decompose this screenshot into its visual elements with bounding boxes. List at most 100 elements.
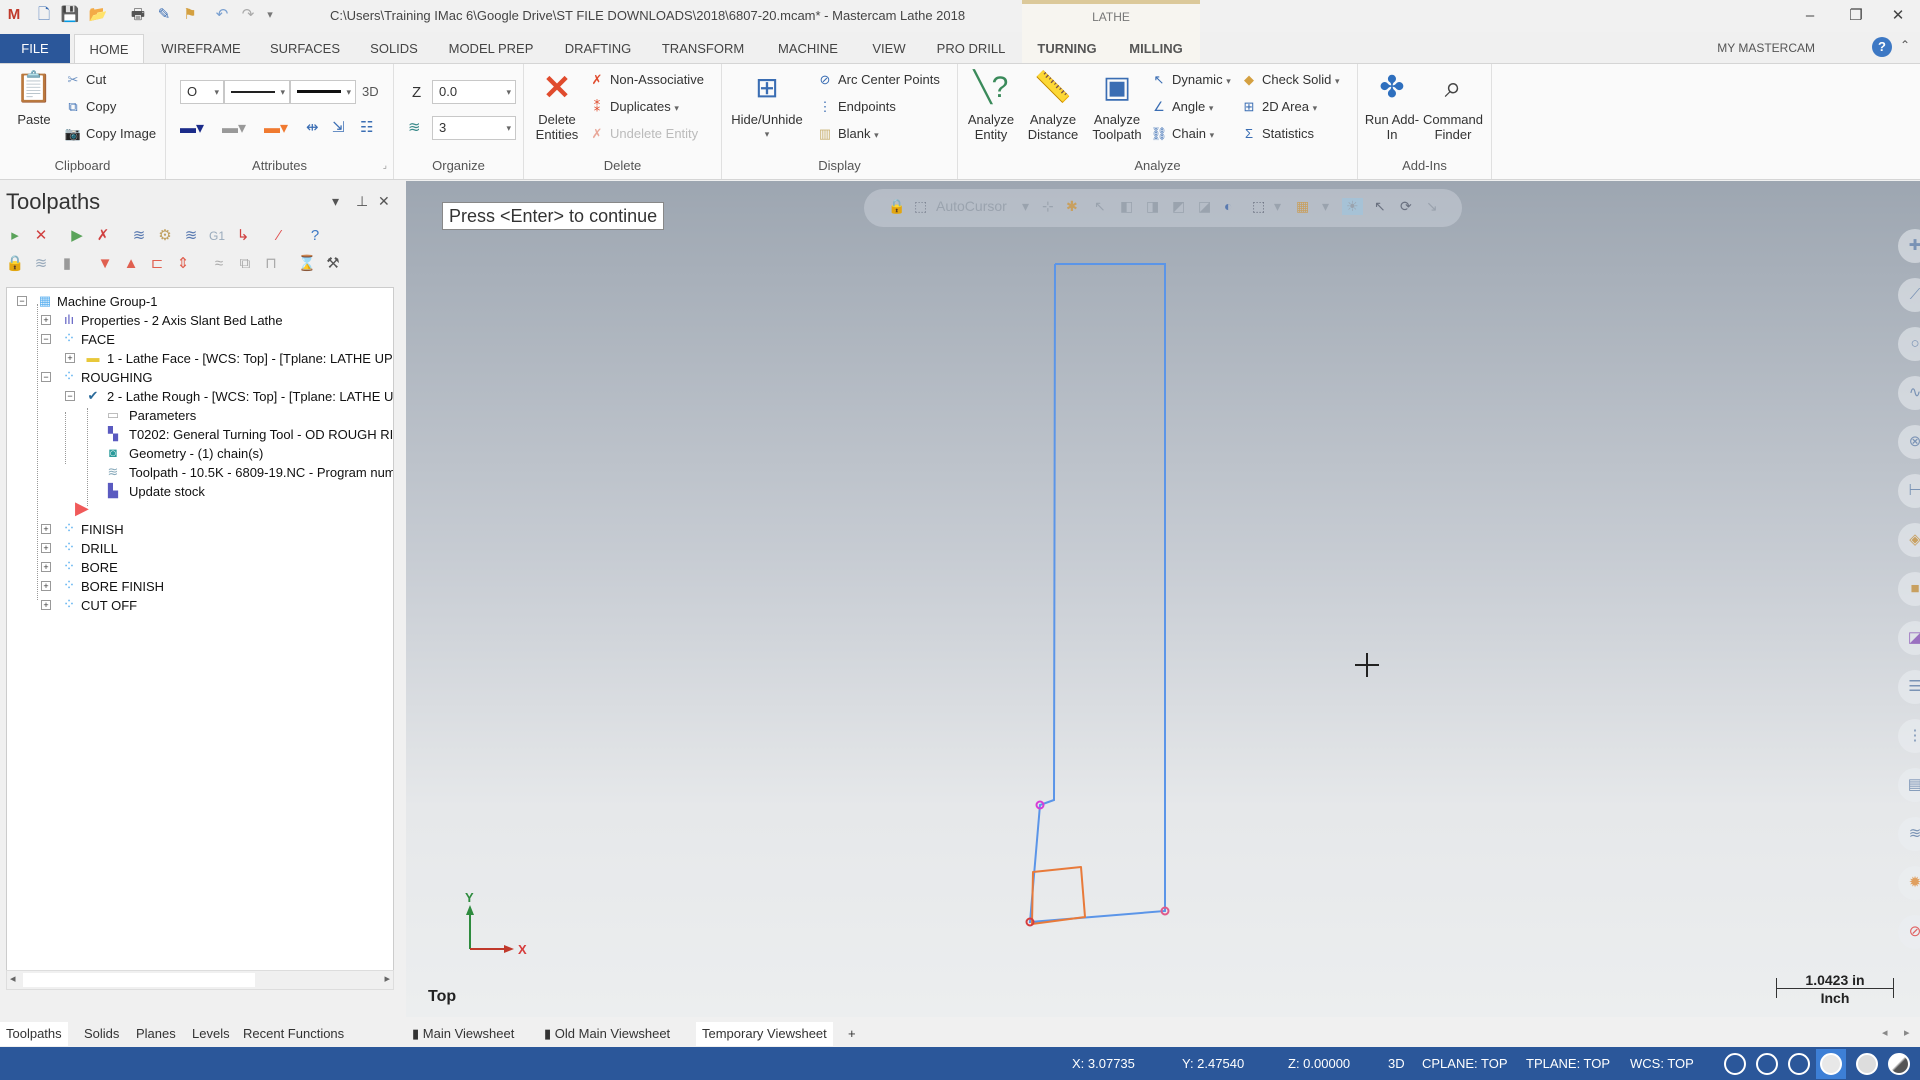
tab-recent-functions[interactable]: Recent Functions xyxy=(243,1022,344,1046)
scroll-right-icon[interactable]: ▸ xyxy=(384,972,390,985)
verify-icon[interactable]: ⚙ xyxy=(154,225,176,247)
shaded-edges-icon[interactable] xyxy=(1856,1053,1878,1075)
3d-toggle[interactable]: 3D xyxy=(362,84,379,99)
hide-unhide-button[interactable]: ⊞ Hide/Unhide ▾ xyxy=(726,68,808,142)
redo-icon[interactable]: ↷ xyxy=(238,5,258,25)
toggle-toolpath-display-icon[interactable]: ≋ xyxy=(30,253,52,275)
change-attributes-icon[interactable]: ⇲ xyxy=(332,118,345,136)
customize-icon[interactable]: ▾ xyxy=(260,5,280,25)
non-associative-button[interactable]: ✗ Non-Associative xyxy=(588,72,704,88)
panel-close-icon[interactable]: ✕ xyxy=(378,193,390,210)
select-all-operations-icon[interactable]: ▸ xyxy=(4,225,26,247)
hidden-line-icon[interactable] xyxy=(1756,1053,1778,1075)
post-toggle-icon[interactable]: ▮ xyxy=(56,253,78,275)
insert-arrow-icon[interactable]: ▶ xyxy=(75,498,89,519)
add-viewsheet-button[interactable]: + xyxy=(848,1022,856,1046)
copy-image-button[interactable]: 📷 Copy Image xyxy=(64,126,156,142)
tab-home[interactable]: HOME xyxy=(74,34,144,63)
endpoints-button[interactable]: ⋮ Endpoints xyxy=(816,99,896,115)
translucency-icon[interactable] xyxy=(1888,1053,1910,1075)
flag-icon[interactable]: ⚑ xyxy=(180,5,200,25)
my-mastercam-link[interactable]: MY MASTERCAM xyxy=(1717,41,1815,55)
color-icon[interactable]: ▬▾ xyxy=(180,118,204,138)
tab-file[interactable]: FILE xyxy=(0,34,70,63)
point-style-select[interactable]: O ▾ xyxy=(180,80,224,104)
solid-color-icon[interactable]: ▬▾ xyxy=(264,118,288,138)
select-toolpath-icon[interactable]: ≈ xyxy=(208,253,230,275)
group-icon[interactable]: ⧉ xyxy=(234,253,256,275)
wcs-selector[interactable]: WCS: TOP xyxy=(1630,1056,1694,1071)
copy-button[interactable]: ⧉ Copy xyxy=(64,99,116,115)
stock-icon[interactable]: ⌛ xyxy=(296,253,318,275)
tool-offset-icon[interactable]: ⊓ xyxy=(260,253,282,275)
deselect-all-icon[interactable]: ✕ xyxy=(30,225,52,247)
tplane-selector[interactable]: TPLANE: TOP xyxy=(1526,1056,1610,1071)
undelete-entity-button[interactable]: ✗ Undelete Entity xyxy=(588,126,699,142)
backplot-icon[interactable]: ≋ xyxy=(128,225,150,247)
help-icon[interactable]: ? xyxy=(1872,37,1892,57)
blank-button[interactable]: ▥ Blank ▾ xyxy=(816,126,879,142)
viewsheet-temporary[interactable]: Temporary Viewsheet xyxy=(696,1022,833,1046)
save-icon[interactable]: 💾 xyxy=(60,5,80,25)
new-file-icon[interactable]: 🗋 xyxy=(34,5,54,25)
tab-view[interactable]: VIEW xyxy=(868,34,910,63)
z-depth-input[interactable]: 0.0 ▾ xyxy=(432,80,516,104)
post-icon[interactable]: G1 xyxy=(206,225,228,247)
tab-solids[interactable]: Solids xyxy=(84,1022,119,1046)
attributes-settings-icon[interactable]: ☷ xyxy=(360,118,373,136)
tab-pro-drill[interactable]: PRO DRILL xyxy=(934,34,1008,63)
run-addin-button[interactable]: ✤ Run Add-In xyxy=(1364,68,1420,142)
help-icon[interactable]: ? xyxy=(304,225,326,247)
delete-entities-button[interactable]: ✕ Delete Entities xyxy=(532,68,582,142)
undo-icon[interactable]: ↶ xyxy=(212,5,232,25)
toggle-display-icon[interactable]: ⁄ xyxy=(268,225,290,247)
wireframe-display-icon[interactable] xyxy=(1724,1053,1746,1075)
chain-button[interactable]: ⛓ Chain ▾ xyxy=(1150,126,1214,142)
duplicates-button[interactable]: ⁑ Duplicates ▾ xyxy=(588,99,679,115)
shaded-wireframe-icon[interactable] xyxy=(1788,1053,1810,1075)
scroll-left-icon[interactable]: ◂ xyxy=(10,972,16,985)
tab-machine[interactable]: MACHINE xyxy=(772,34,844,63)
arc-center-points-button[interactable]: ⊘ Arc Center Points xyxy=(816,72,940,88)
save-as-icon[interactable]: ✎ xyxy=(154,5,174,25)
pin-icon[interactable]: ⊥ xyxy=(356,193,368,210)
viewsheet-scroll-right-icon[interactable]: ▸ xyxy=(1904,1026,1910,1039)
shaded-icon[interactable] xyxy=(1820,1053,1842,1075)
analyze-toolpath-button[interactable]: ▣ Analyze Toolpath xyxy=(1086,68,1148,142)
insert-after-icon[interactable]: ⊏ xyxy=(146,253,168,275)
surface-color-icon[interactable]: ▬▾ xyxy=(222,118,246,138)
line-width-select[interactable]: ▾ xyxy=(290,80,356,104)
open-icon[interactable]: 📂 xyxy=(88,5,108,25)
minimize-button[interactable]: – xyxy=(1790,4,1830,28)
simulate-icon[interactable]: ≋ xyxy=(180,225,202,247)
dialog-launcher-icon[interactable]: ⌟ xyxy=(383,160,387,171)
scrollbar-thumb[interactable] xyxy=(23,973,255,987)
tab-transform[interactable]: TRANSFORM xyxy=(658,34,748,63)
paste-button[interactable]: 📋 Paste xyxy=(8,68,60,127)
2d-area-button[interactable]: ⊞ 2D Area ▾ xyxy=(1240,99,1318,115)
high-speed-icon[interactable]: ↳ xyxy=(232,225,254,247)
tab-turning[interactable]: TURNING xyxy=(1032,34,1102,63)
move-down-icon[interactable]: ▼ xyxy=(94,253,116,275)
level-input[interactable]: 3 ▾ xyxy=(432,116,516,140)
command-finder-button[interactable]: ⌕ Command Finder xyxy=(1420,68,1486,142)
tab-levels[interactable]: Levels xyxy=(192,1022,230,1046)
dynamic-button[interactable]: ↖ Dynamic ▾ xyxy=(1150,72,1231,88)
tab-drafting[interactable]: DRAFTING xyxy=(558,34,638,63)
tab-model-prep[interactable]: MODEL PREP xyxy=(446,34,536,63)
app-logo-icon[interactable]: M xyxy=(4,5,24,25)
collapse-ribbon-icon[interactable]: ⌃ xyxy=(1900,38,1910,52)
scroll-to-insert-icon[interactable]: ⇕ xyxy=(172,253,194,275)
tab-planes[interactable]: Planes xyxy=(136,1022,176,1046)
graphics-viewport[interactable]: Press <Enter> to continue 🔒 ⬚ AutoCursor… xyxy=(406,181,1920,1017)
tree-horizontal-scrollbar[interactable]: ◂ ▸ xyxy=(6,970,394,990)
move-up-icon[interactable]: ▲ xyxy=(120,253,142,275)
cplane-selector[interactable]: CPLANE: TOP xyxy=(1422,1056,1508,1071)
analyze-entity-button[interactable]: ╲? Analyze Entity xyxy=(962,68,1020,142)
check-solid-button[interactable]: ◆ Check Solid ▾ xyxy=(1240,72,1340,88)
line-style-select[interactable]: ▾ xyxy=(224,80,290,104)
viewsheet-scroll-left-icon[interactable]: ◂ xyxy=(1882,1026,1888,1039)
statistics-button[interactable]: Σ Statistics xyxy=(1240,126,1314,141)
lock-icon[interactable]: 🔒 xyxy=(4,253,26,275)
analyze-distance-button[interactable]: 📏 Analyze Distance xyxy=(1020,68,1086,142)
